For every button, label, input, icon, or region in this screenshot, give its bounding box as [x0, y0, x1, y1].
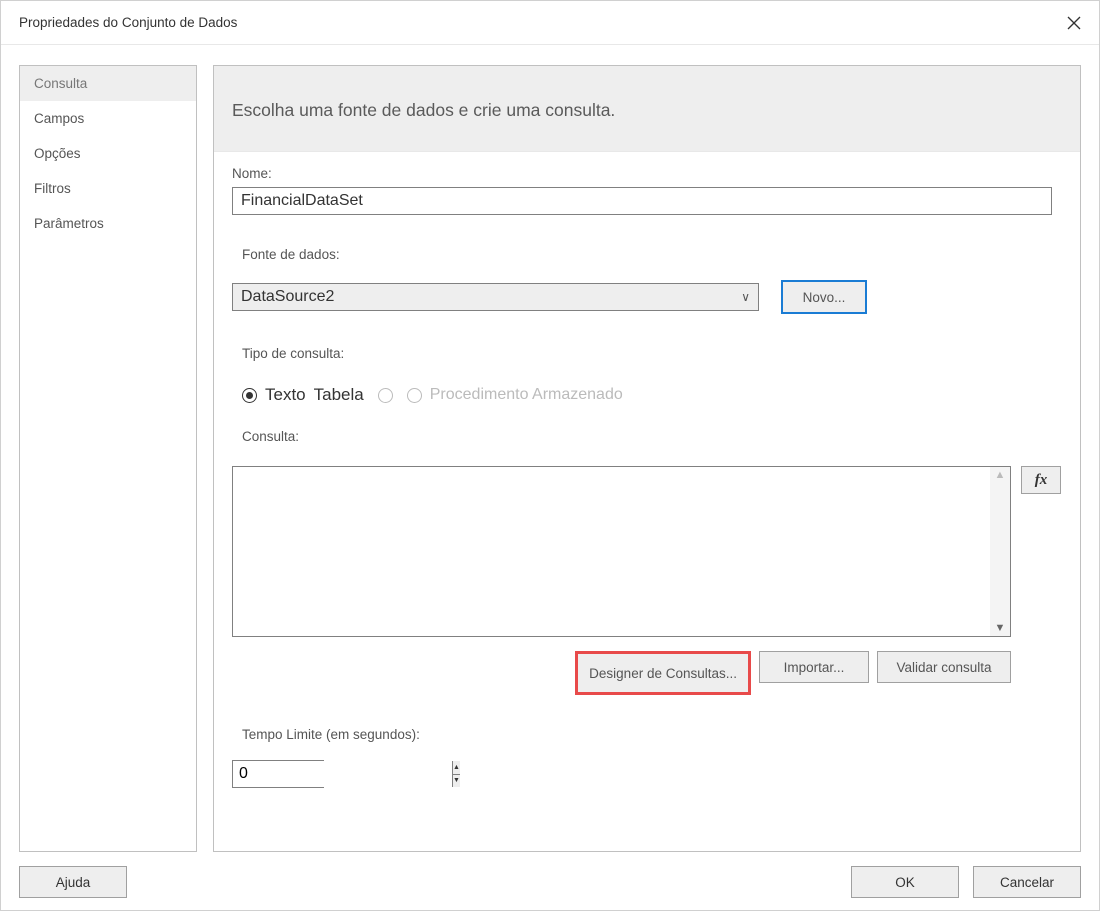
query-designer-button[interactable]: Designer de Consultas...: [575, 651, 751, 695]
timeout-spinner: ▲ ▼: [232, 760, 324, 788]
name-input[interactable]: [232, 187, 1052, 215]
titlebar: Propriedades do Conjunto de Dados: [1, 1, 1099, 45]
spinner-up-icon[interactable]: ▲: [453, 761, 460, 775]
validate-query-button[interactable]: Validar consulta: [877, 651, 1011, 683]
ok-button[interactable]: OK: [851, 866, 959, 898]
radio-text-label: Texto: [265, 385, 306, 405]
radio-table: [378, 388, 393, 403]
query-textarea[interactable]: [233, 467, 990, 636]
dialog-body: Consulta Campos Opções Filtros Parâmetro…: [1, 45, 1099, 856]
new-datasource-button[interactable]: Novo...: [781, 280, 867, 314]
name-label: Nome:: [232, 166, 1062, 181]
main-content: Nome: Fonte de dados: DataSource2 ∨ Novo…: [214, 152, 1080, 851]
querytype-radio-group: Texto Tabela Procedimento Armazenado: [232, 385, 1062, 405]
querytype-label: Tipo de consulta:: [232, 346, 1062, 361]
fx-icon: fx: [1035, 472, 1048, 489]
dialog-footer: Ajuda OK Cancelar: [1, 856, 1099, 910]
datasource-label: Fonte de dados:: [232, 247, 1062, 262]
sidebar-item-campos[interactable]: Campos: [20, 101, 196, 136]
scroll-down-icon[interactable]: ▼: [995, 622, 1006, 634]
expression-button[interactable]: fx: [1021, 466, 1061, 494]
panel-heading: Escolha uma fonte de dados e crie uma co…: [214, 66, 1080, 152]
cancel-button[interactable]: Cancelar: [973, 866, 1081, 898]
query-textarea-container: ▲ ▼: [232, 466, 1011, 637]
close-icon[interactable]: [1065, 14, 1083, 32]
radio-sproc: [407, 388, 422, 403]
radio-sproc-label: Procedimento Armazenado: [430, 386, 623, 404]
dialog-window: Propriedades do Conjunto de Dados Consul…: [0, 0, 1100, 911]
radio-text[interactable]: [242, 388, 257, 403]
sidebar-item-parametros[interactable]: Parâmetros: [20, 206, 196, 241]
datasource-select[interactable]: DataSource2 ∨: [232, 283, 759, 311]
datasource-selected-value: DataSource2: [241, 288, 334, 306]
query-actions: Designer de Consultas... Importar... Val…: [232, 651, 1011, 695]
scroll-up-icon[interactable]: ▲: [995, 469, 1006, 481]
import-button[interactable]: Importar...: [759, 651, 869, 683]
main-panel: Escolha uma fonte de dados e crie uma co…: [213, 65, 1081, 852]
query-label: Consulta:: [232, 429, 1062, 444]
sidebar-item-filtros[interactable]: Filtros: [20, 171, 196, 206]
radio-table-label: Tabela: [314, 385, 364, 405]
help-button[interactable]: Ajuda: [19, 866, 127, 898]
timeout-input[interactable]: [233, 761, 452, 787]
window-title: Propriedades do Conjunto de Dados: [19, 15, 237, 30]
sidebar-item-opcoes[interactable]: Opções: [20, 136, 196, 171]
timeout-label: Tempo Limite (em segundos):: [232, 727, 1062, 742]
spinner-down-icon[interactable]: ▼: [453, 775, 460, 788]
sidebar-item-consulta[interactable]: Consulta: [20, 66, 196, 101]
sidebar: Consulta Campos Opções Filtros Parâmetro…: [19, 65, 197, 852]
chevron-down-icon: ∨: [741, 290, 750, 304]
scrollbar[interactable]: ▲ ▼: [990, 467, 1010, 636]
